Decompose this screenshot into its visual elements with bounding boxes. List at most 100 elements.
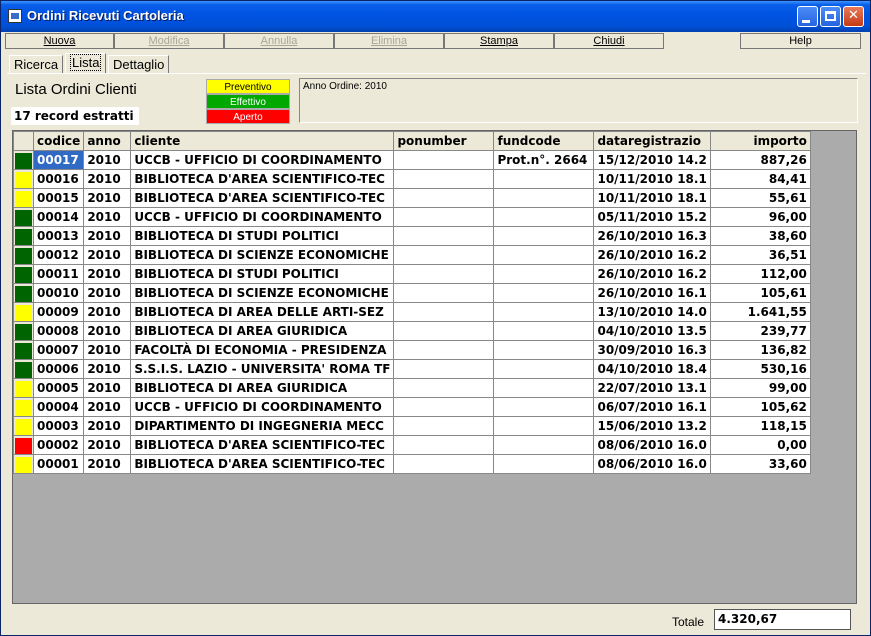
cell-codice[interactable]: 00010 (32, 283, 85, 303)
orders-grid[interactable]: codice anno cliente ponumber fundcode da… (12, 130, 857, 604)
cell-fundcode[interactable]: Prot.n°. 2664 (493, 150, 595, 170)
cell-anno[interactable]: 2010 (83, 454, 132, 474)
cell-dataregistrazione[interactable]: 26/10/2010 16.2 (593, 264, 711, 284)
cell-anno[interactable]: 2010 (83, 359, 132, 379)
cell-fundcode[interactable] (493, 416, 595, 436)
cell-fundcode[interactable] (493, 302, 595, 322)
cell-anno[interactable]: 2010 (83, 397, 132, 417)
status-indicator[interactable] (13, 245, 34, 265)
cell-codice[interactable]: 00001 (32, 454, 85, 474)
cell-codice[interactable]: 00002 (32, 435, 85, 455)
cell-anno[interactable]: 2010 (83, 435, 132, 455)
table-row[interactable]: 00015 2010 BIBLIOTECA D'AREA SCIENTIFICO-T… (13, 188, 811, 208)
cell-ponumber[interactable] (393, 321, 495, 341)
table-row[interactable]: 00013 2010 BIBLIOTECA DI STUDI POLITICI 26/… (13, 226, 811, 246)
cell-ponumber[interactable] (393, 188, 495, 208)
cell-importo[interactable]: 38,60 (709, 226, 811, 246)
cell-ponumber[interactable] (393, 264, 495, 284)
cell-importo[interactable]: 136,82 (709, 340, 811, 360)
cell-fundcode[interactable] (493, 378, 595, 398)
cell-fundcode[interactable] (493, 359, 595, 379)
status-indicator[interactable] (13, 264, 34, 284)
chiudi-button[interactable]: Chiudi (554, 33, 664, 49)
status-indicator[interactable] (13, 226, 34, 246)
title-bar[interactable]: Ordini Ricevuti Cartoleria ✕ (1, 1, 870, 32)
cell-cliente[interactable]: BIBLIOTECA DI SCIENZE ECONOMICHE (130, 245, 395, 265)
cell-fundcode[interactable] (493, 340, 595, 360)
cell-codice[interactable]: 00008 (32, 321, 85, 341)
status-indicator[interactable] (13, 359, 34, 379)
cell-dataregistrazione[interactable]: 10/11/2010 18.1 (593, 169, 711, 189)
cell-codice[interactable]: 00015 (32, 188, 85, 208)
cell-dataregistrazione[interactable]: 30/09/2010 16.3 (593, 340, 711, 360)
cell-ponumber[interactable] (393, 226, 495, 246)
status-indicator[interactable] (13, 397, 34, 417)
cell-ponumber[interactable] (393, 397, 495, 417)
tab-dettaglio[interactable]: Dettaglio (108, 55, 170, 74)
app-icon[interactable] (8, 9, 22, 23)
cell-importo[interactable]: 530,16 (709, 359, 811, 379)
help-button[interactable]: Help (740, 33, 861, 49)
col-header-ponumber[interactable]: ponumber (393, 131, 495, 151)
col-header-dataregistrazione[interactable]: dataregistrazio (593, 131, 711, 151)
cell-codice[interactable]: 00016 (32, 169, 85, 189)
cell-cliente[interactable]: UCCB - UFFICIO DI COORDINAMENTO (130, 207, 395, 227)
table-row[interactable]: 00006 2010 S.S.I.S. LAZIO - UNIVERSITA' RO… (13, 359, 811, 379)
cell-dataregistrazione[interactable]: 08/06/2010 16.0 (593, 435, 711, 455)
col-header-fundcode[interactable]: fundcode (493, 131, 595, 151)
cell-fundcode[interactable] (493, 397, 595, 417)
cell-dataregistrazione[interactable]: 26/10/2010 16.3 (593, 226, 711, 246)
cell-fundcode[interactable] (493, 264, 595, 284)
cell-anno[interactable]: 2010 (83, 207, 132, 227)
cell-cliente[interactable]: FACOLTÀ DI ECONOMIA - PRESIDENZA (130, 340, 395, 360)
cell-importo[interactable]: 112,00 (709, 264, 811, 284)
cell-cliente[interactable]: BIBLIOTECA DI AREA GIURIDICA (130, 378, 395, 398)
table-row[interactable]: 00010 2010 BIBLIOTECA DI SCIENZE ECONOMICH… (13, 283, 811, 303)
cell-importo[interactable]: 84,41 (709, 169, 811, 189)
cell-importo[interactable]: 118,15 (709, 416, 811, 436)
table-row[interactable]: 00004 2010 UCCB - UFFICIO DI COORDINAMENTO… (13, 397, 811, 417)
cell-dataregistrazione[interactable]: 06/07/2010 16.1 (593, 397, 711, 417)
cell-importo[interactable]: 1.641,55 (709, 302, 811, 322)
status-indicator[interactable] (13, 150, 34, 170)
cell-dataregistrazione[interactable]: 04/10/2010 13.5 (593, 321, 711, 341)
cell-cliente[interactable]: S.S.I.S. LAZIO - UNIVERSITA' ROMA TF (130, 359, 395, 379)
cell-ponumber[interactable] (393, 245, 495, 265)
cell-dataregistrazione[interactable]: 05/11/2010 15.2 (593, 207, 711, 227)
cell-dataregistrazione[interactable]: 15/06/2010 13.2 (593, 416, 711, 436)
stampa-button[interactable]: Stampa (444, 33, 554, 49)
cell-importo[interactable]: 55,61 (709, 188, 811, 208)
cell-importo[interactable]: 887,26 (709, 150, 811, 170)
cell-cliente[interactable]: BIBLIOTECA D'AREA SCIENTIFICO-TEC (130, 435, 395, 455)
cell-anno[interactable]: 2010 (83, 188, 132, 208)
cell-cliente[interactable]: UCCB - UFFICIO DI COORDINAMENTO (130, 397, 395, 417)
maximize-button[interactable] (820, 6, 841, 27)
table-row[interactable]: 00002 2010 BIBLIOTECA D'AREA SCIENTIFICO-T… (13, 435, 811, 455)
cell-anno[interactable]: 2010 (83, 340, 132, 360)
status-indicator[interactable] (13, 340, 34, 360)
cell-importo[interactable]: 99,00 (709, 378, 811, 398)
cell-cliente[interactable]: BIBLIOTECA DI STUDI POLITICI (130, 264, 395, 284)
cell-importo[interactable]: 36,51 (709, 245, 811, 265)
cell-ponumber[interactable] (393, 416, 495, 436)
cell-anno[interactable]: 2010 (83, 226, 132, 246)
cell-codice[interactable]: 00005 (32, 378, 85, 398)
cell-dataregistrazione[interactable]: 15/12/2010 14.2 (593, 150, 711, 170)
table-row[interactable]: 00005 2010 BIBLIOTECA DI AREA GIURIDICA 22/… (13, 378, 811, 398)
cell-cliente[interactable]: BIBLIOTECA D'AREA SCIENTIFICO-TEC (130, 188, 395, 208)
cell-importo[interactable]: 105,62 (709, 397, 811, 417)
modifica-button[interactable]: Modifica (114, 33, 224, 49)
cell-fundcode[interactable] (493, 207, 595, 227)
status-indicator[interactable] (13, 169, 34, 189)
tab-ricerca[interactable]: Ricerca (9, 55, 64, 74)
cell-codice[interactable]: 00011 (32, 264, 85, 284)
cell-codice[interactable]: 00013 (32, 226, 85, 246)
minimize-button[interactable] (797, 6, 818, 27)
cell-ponumber[interactable] (393, 283, 495, 303)
cell-codice[interactable]: 00006 (32, 359, 85, 379)
cell-codice[interactable]: 00007 (32, 340, 85, 360)
cell-importo[interactable]: 105,61 (709, 283, 811, 303)
elimina-button[interactable]: Elimina (334, 33, 444, 49)
cell-anno[interactable]: 2010 (83, 264, 132, 284)
cell-codice[interactable]: 00004 (32, 397, 85, 417)
